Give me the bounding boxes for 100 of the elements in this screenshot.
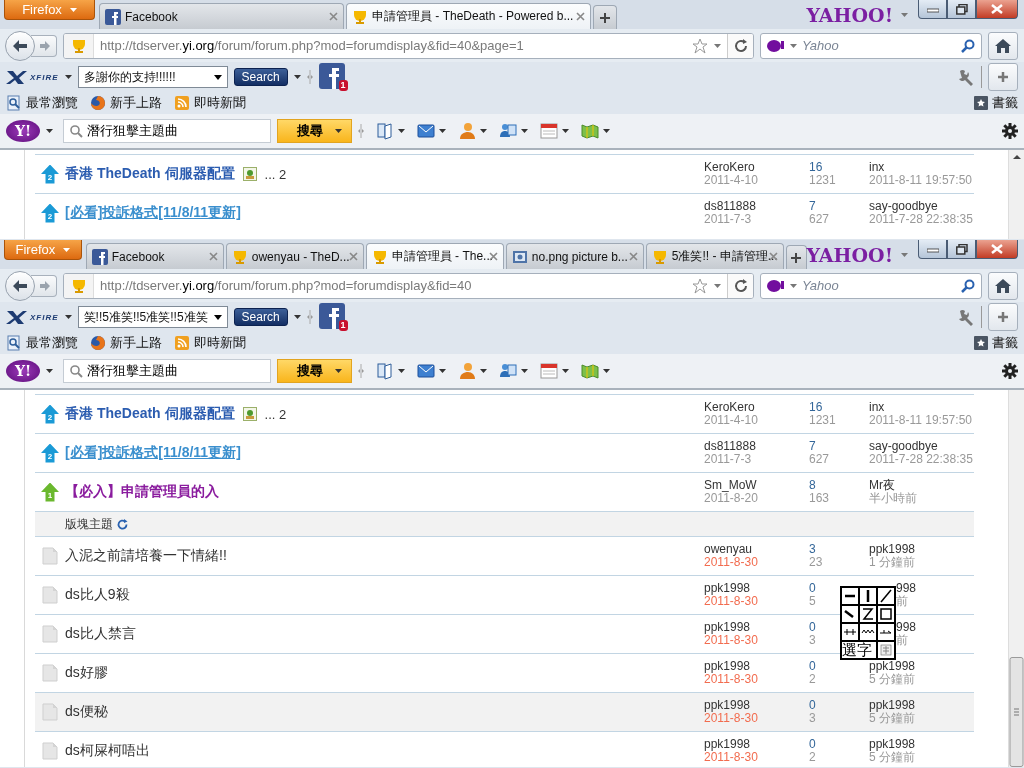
caret-icon[interactable] xyxy=(603,369,610,373)
thread-title-link[interactable]: ds好膠 xyxy=(65,664,108,682)
stroke-key[interactable] xyxy=(859,587,877,605)
author-name[interactable]: KeroKero xyxy=(704,161,755,174)
search-field[interactable]: Yahoo xyxy=(760,32,982,59)
browser-tab[interactable]: Facebook xyxy=(99,3,344,29)
thread-title-link[interactable]: ds柯屎柯唔出 xyxy=(65,742,150,760)
close-icon[interactable] xyxy=(768,252,778,261)
caret-icon[interactable] xyxy=(562,129,569,133)
facebook-notification-button[interactable]: 1 xyxy=(318,63,347,91)
search-input[interactable]: 潛行狙擊主題曲 xyxy=(87,363,264,379)
home-button[interactable] xyxy=(988,271,1018,300)
scrollbar-thumb[interactable] xyxy=(1009,657,1024,767)
close-icon[interactable] xyxy=(628,252,638,261)
author-name[interactable]: KeroKero xyxy=(704,401,755,414)
search-field[interactable]: 潛行狙擊主題曲 xyxy=(63,119,271,143)
search-field[interactable]: 潛行狙擊主題曲 xyxy=(63,359,271,383)
search-button[interactable]: Search xyxy=(233,308,288,326)
thread-title-link[interactable]: ds比人9殺 xyxy=(65,586,130,604)
bookmark-link[interactable]: 最常瀏覽 xyxy=(6,94,78,112)
bookmark-link[interactable]: 即時新聞 xyxy=(174,94,246,112)
author-name[interactable]: ds811888 xyxy=(704,200,756,213)
home-button[interactable] xyxy=(988,31,1018,60)
thread-title-link[interactable]: ds比人禁言 xyxy=(65,625,136,643)
refresh-icon[interactable] xyxy=(117,518,128,530)
caret-icon[interactable] xyxy=(603,129,610,133)
status-dropdown[interactable]: 多謝你的支持!!!!!! xyxy=(77,66,228,88)
restore-button[interactable] xyxy=(947,240,976,259)
stroke-key[interactable] xyxy=(877,605,895,623)
people-icon[interactable] xyxy=(499,362,517,380)
book-icon[interactable] xyxy=(376,362,394,380)
browser-tab[interactable]: Facebook xyxy=(85,243,224,269)
last-poster-name[interactable]: ppk1998 xyxy=(869,738,916,751)
last-poster-name[interactable]: inx xyxy=(869,401,885,414)
star-icon[interactable] xyxy=(692,277,708,294)
author-name[interactable]: ppk1998 xyxy=(704,621,751,634)
bookmark-link[interactable]: 新手上路 xyxy=(90,334,162,352)
pad-menu-button[interactable] xyxy=(877,641,895,659)
add-button[interactable] xyxy=(988,63,1018,91)
search-icon[interactable] xyxy=(961,278,975,293)
thread-title-link[interactable]: 香港 TheDeath 伺服器配置 xyxy=(65,405,235,423)
close-button[interactable] xyxy=(976,0,1018,19)
thread-row[interactable]: ds便秘 ppk1998 2011-8-30 0 3 ppk1998 5 分鐘前 xyxy=(35,692,974,731)
search-input[interactable]: Yahoo xyxy=(802,278,956,293)
bookmark-link[interactable]: 即時新聞 xyxy=(174,334,246,352)
stroke-key[interactable] xyxy=(877,587,895,605)
xfire-logo[interactable]: XFIRE xyxy=(6,69,59,85)
search-icon[interactable] xyxy=(961,38,975,53)
bookmarks-menu-button[interactable]: 書籤 xyxy=(974,334,1018,352)
last-poster-name[interactable]: inx xyxy=(869,161,885,174)
wrench-icon[interactable] xyxy=(957,68,975,86)
last-poster-name[interactable]: say-goodbye xyxy=(869,440,938,453)
back-button[interactable] xyxy=(5,30,35,61)
caret-icon[interactable] xyxy=(398,369,405,373)
restore-button[interactable] xyxy=(947,0,976,19)
facebook-notification-button[interactable]: 1 xyxy=(318,303,347,331)
author-name[interactable]: ppk1998 xyxy=(704,582,751,595)
thread-title-link[interactable]: [必看]投訴格式[11/8/11更新] xyxy=(65,444,241,462)
caret-icon[interactable] xyxy=(562,369,569,373)
caret-icon[interactable] xyxy=(521,129,528,133)
caret-icon[interactable] xyxy=(439,129,446,133)
last-poster-name[interactable]: Mr夜 xyxy=(869,479,895,492)
last-poster-name[interactable]: 998 xyxy=(896,621,917,634)
yahoo-logo[interactable]: Y! xyxy=(6,120,40,142)
star-icon[interactable] xyxy=(692,37,708,54)
browser-tab[interactable]: 申請管理員 - TheDeath - Powered b... xyxy=(346,3,591,29)
author-name[interactable]: Sm_MoW xyxy=(704,479,757,492)
page-link[interactable]: ... 2 xyxy=(264,166,287,182)
close-icon[interactable] xyxy=(208,252,218,261)
close-button[interactable] xyxy=(976,240,1018,259)
page-link[interactable]: ... 2 xyxy=(264,406,287,422)
book-icon[interactable] xyxy=(376,122,394,140)
close-icon[interactable] xyxy=(576,12,585,21)
minimize-button[interactable] xyxy=(918,240,947,259)
search-field[interactable]: Yahoo xyxy=(760,272,982,299)
last-poster-name[interactable]: ppk1998 xyxy=(869,543,916,556)
reload-button[interactable] xyxy=(727,273,753,298)
caret-icon[interactable] xyxy=(480,129,487,133)
stroke-key[interactable] xyxy=(841,605,859,623)
people-icon[interactable] xyxy=(499,122,517,140)
settings-icon[interactable] xyxy=(1002,363,1018,379)
stroke-key[interactable] xyxy=(841,623,859,641)
caret-icon[interactable] xyxy=(398,129,405,133)
close-icon[interactable] xyxy=(329,12,338,21)
browser-tab[interactable]: 5准笑!! - 申請管理... xyxy=(645,243,784,269)
thread-title-link[interactable]: ds便秘 xyxy=(65,703,108,721)
search-button[interactable]: 搜尋 xyxy=(277,359,352,383)
browser-tab[interactable]: no.png picture b... xyxy=(505,243,644,269)
reload-button[interactable] xyxy=(727,33,753,58)
mail-icon[interactable] xyxy=(417,362,435,380)
mail-icon[interactable] xyxy=(417,122,435,140)
author-name[interactable]: ppk1998 xyxy=(704,660,751,673)
search-input[interactable]: Yahoo xyxy=(802,38,956,53)
caret-icon[interactable] xyxy=(46,129,53,133)
stroke-key[interactable] xyxy=(877,623,895,641)
calendar-icon[interactable] xyxy=(540,362,558,380)
caret-icon[interactable] xyxy=(46,369,53,373)
bookmark-link[interactable]: 最常瀏覽 xyxy=(6,334,78,352)
bookmark-link[interactable]: 新手上路 xyxy=(90,94,162,112)
caret-icon[interactable] xyxy=(293,315,301,319)
